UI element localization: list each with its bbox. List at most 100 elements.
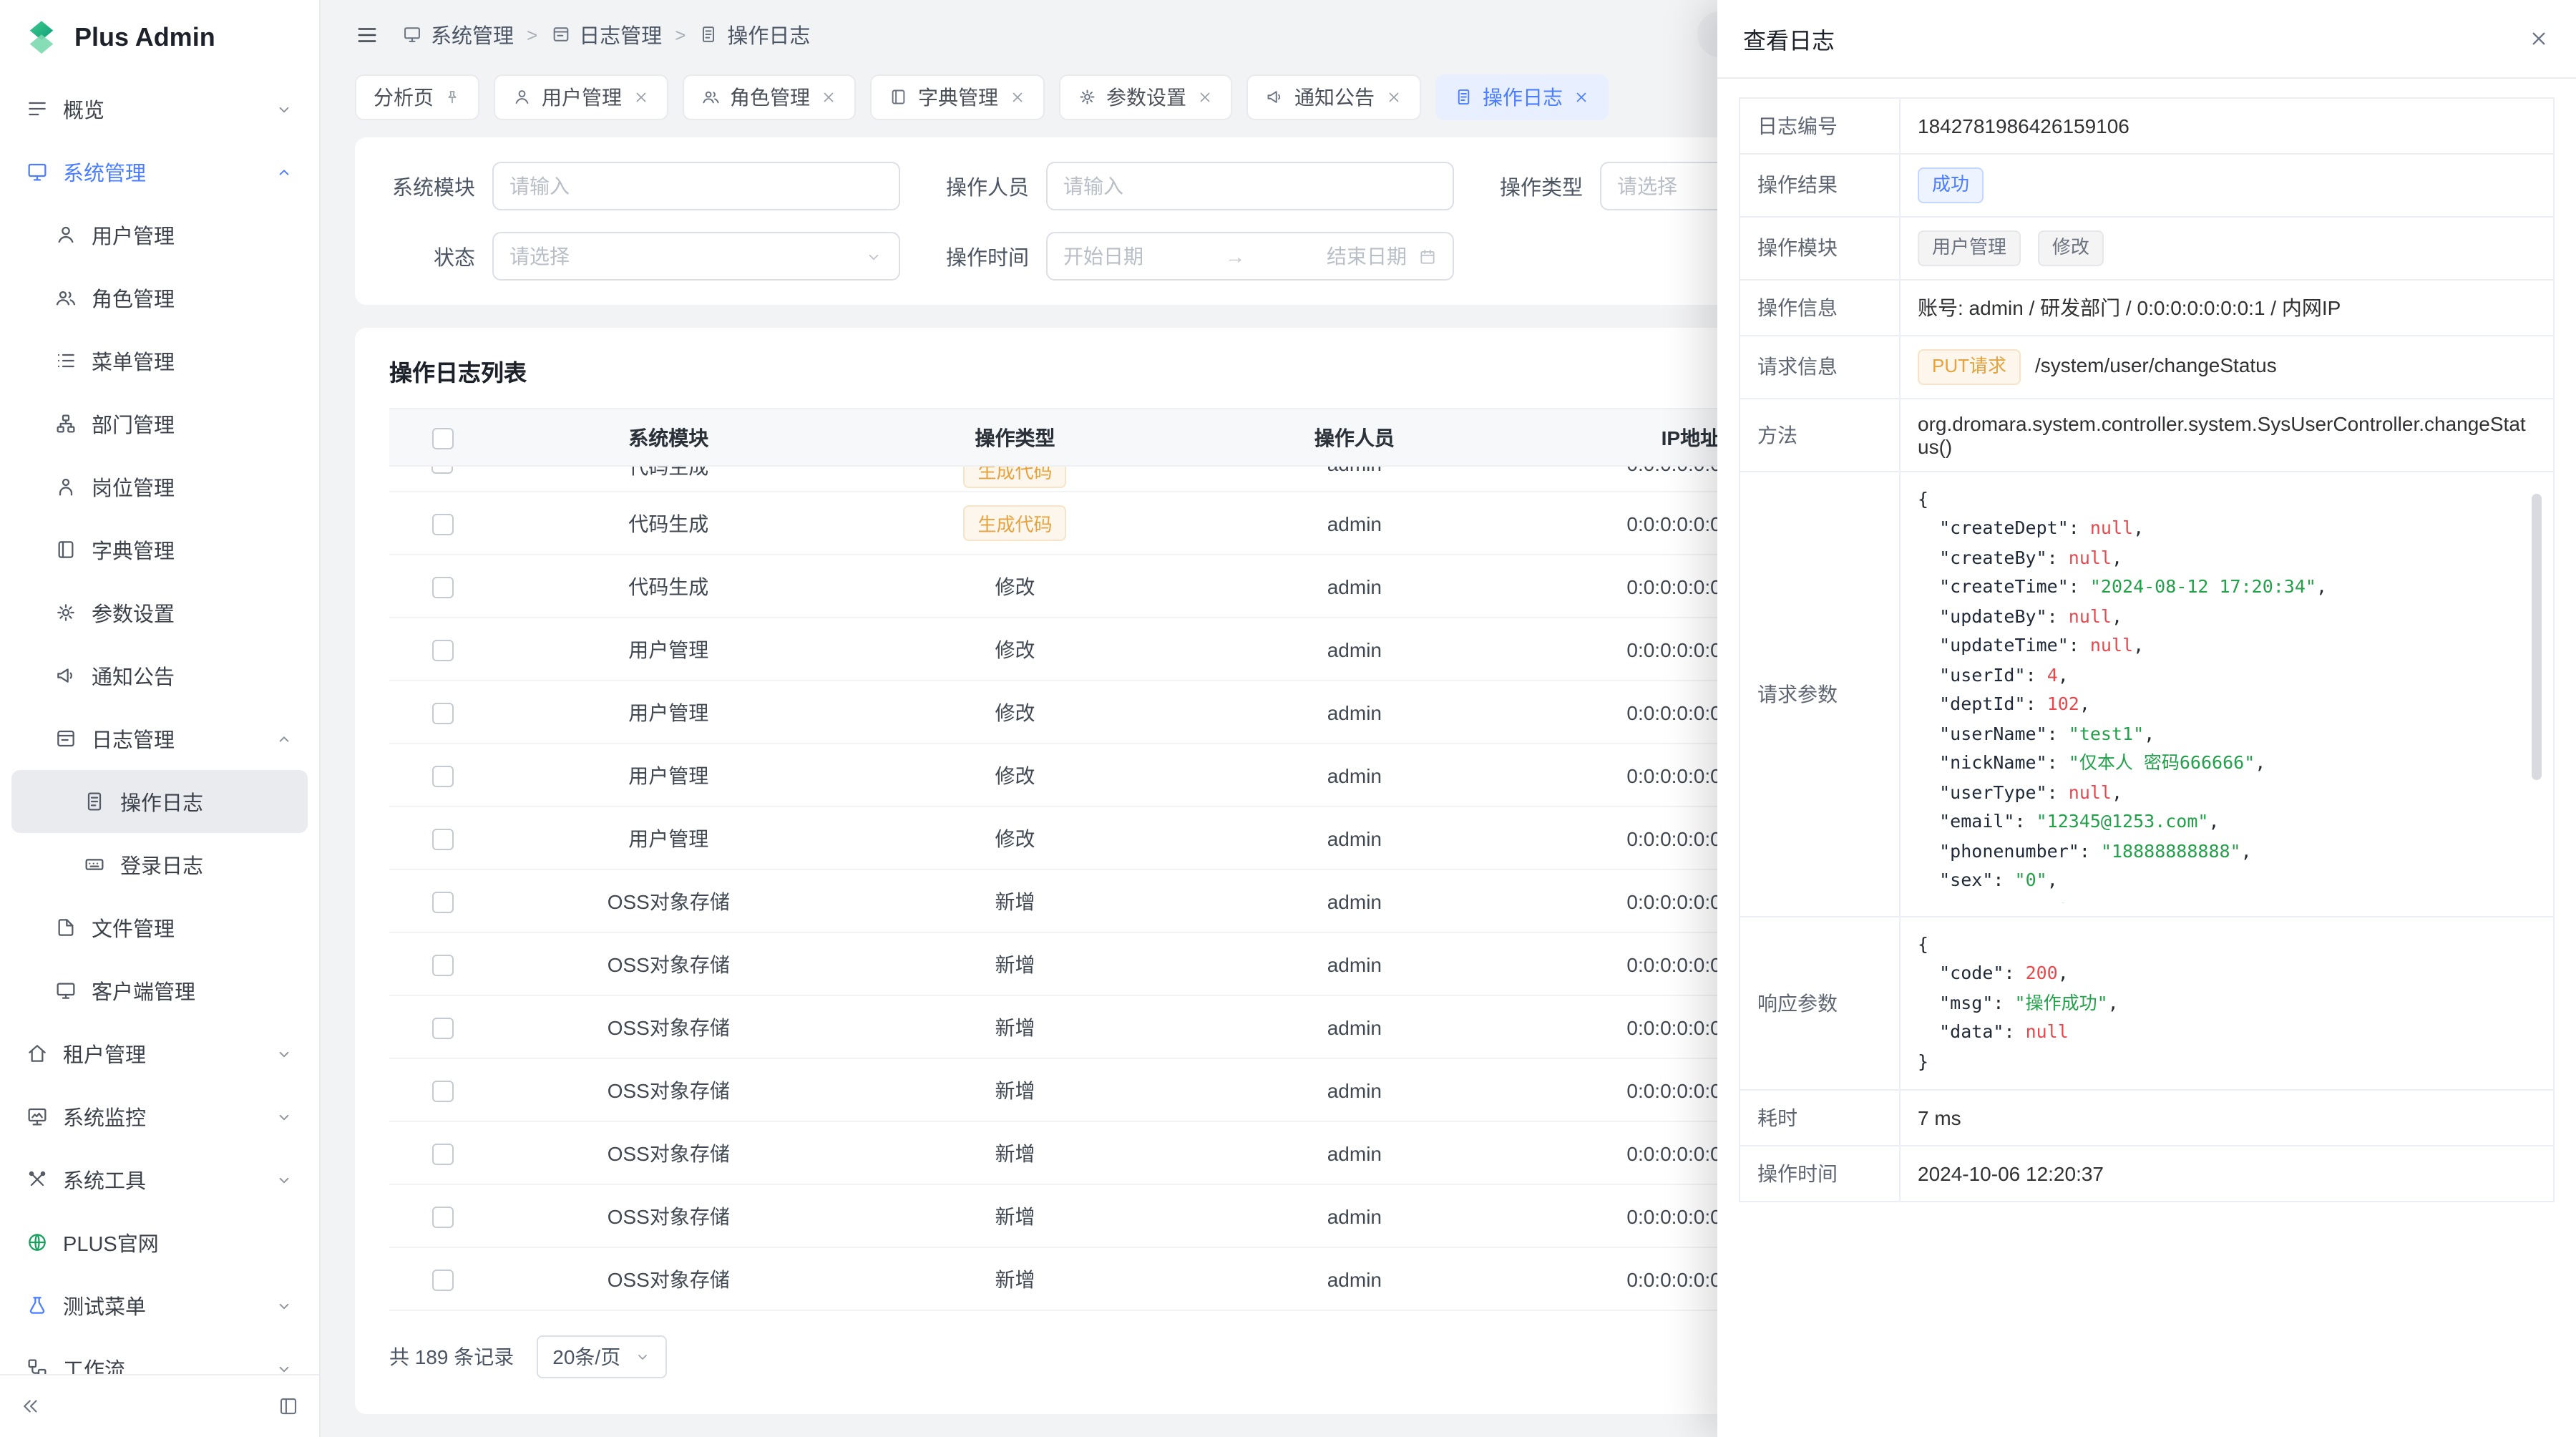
action-badge: 新增	[995, 887, 1035, 915]
cell-module: OSS对象存储	[495, 932, 841, 995]
tab-close-icon[interactable]	[1196, 89, 1214, 106]
row-checkbox[interactable]	[431, 640, 453, 661]
sidebar-item-user[interactable]: 用户管理	[11, 203, 308, 266]
sidebar-item-monitor[interactable]: 系统监控	[11, 1085, 308, 1148]
tab-close-icon[interactable]	[820, 89, 837, 106]
row-checkbox[interactable]	[431, 703, 453, 724]
tab-icon	[1453, 88, 1473, 107]
tab-close-icon[interactable]	[1573, 89, 1590, 106]
sidebar-item-workflow[interactable]: 工作流	[11, 1337, 308, 1374]
row-checkbox[interactable]	[431, 1018, 453, 1039]
tab-operlog[interactable]: 操作日志	[1435, 74, 1609, 120]
tab-label: 用户管理	[542, 83, 622, 112]
chevron-down-icon	[633, 1348, 650, 1365]
row-checkbox[interactable]	[431, 1207, 453, 1228]
tab-notice[interactable]: 通知公告	[1246, 74, 1420, 120]
sidebar-item-test-menu[interactable]: 测试菜单	[11, 1274, 308, 1337]
sidebar-item-dict[interactable]: 字典管理	[11, 518, 308, 581]
chevron-icon	[275, 729, 293, 748]
row-checkbox[interactable]	[431, 955, 453, 976]
row-checkbox[interactable]	[431, 467, 453, 474]
scrollbar-thumb[interactable]	[2532, 493, 2542, 779]
hamburger-icon[interactable]	[355, 22, 379, 47]
menu-label: 操作日志	[120, 786, 203, 817]
tab-user[interactable]: 用户管理	[494, 74, 668, 120]
filter-label-status: 状态	[389, 241, 475, 271]
tab-close-icon[interactable]	[632, 89, 649, 106]
breadcrumb-label: 操作日志	[727, 19, 810, 49]
sidebar-item-role[interactable]: 角色管理	[11, 266, 308, 329]
menu-icon	[26, 1357, 49, 1374]
close-icon[interactable]	[2527, 27, 2550, 50]
daterange-arrow: →	[1155, 245, 1315, 268]
sidebar-item-dept[interactable]: 部门管理	[11, 392, 308, 455]
action-badge: 新增	[995, 1139, 1035, 1167]
detail-row: 请求信息 PUT请求/system/user/changeStatus	[1740, 335, 2554, 398]
menu-label: 系统监控	[63, 1101, 146, 1131]
menu-label: 系统管理	[63, 157, 146, 187]
row-checkbox[interactable]	[431, 892, 453, 913]
tab-dict[interactable]: 字典管理	[870, 74, 1044, 120]
menu-icon	[54, 223, 77, 246]
sidebar-item-config[interactable]: 参数设置	[11, 581, 308, 644]
row-checkbox[interactable]	[431, 1270, 453, 1291]
sidebar-item-operlog[interactable]: 操作日志	[11, 770, 308, 833]
menu-label: 客户端管理	[92, 975, 195, 1005]
cell-operator: admin	[1189, 744, 1521, 807]
action-badge: 生成代码	[964, 505, 1067, 541]
breadcrumb-item-log[interactable]: 日志管理	[550, 19, 662, 49]
detail-label: 请求信息	[1740, 335, 1900, 398]
tab-close-icon[interactable]	[1385, 89, 1402, 106]
request-params-json[interactable]: { "createDept": null, "createBy": null, …	[1918, 484, 2536, 902]
sidebar-item-client[interactable]: 客户端管理	[11, 959, 308, 1022]
tab-label: 字典管理	[918, 83, 998, 112]
cell-operator: admin	[1189, 618, 1521, 681]
row-checkbox[interactable]	[431, 577, 453, 598]
start-date-placeholder: 开始日期	[1063, 242, 1143, 271]
breadcrumb-item-operlog[interactable]: 操作日志	[698, 19, 810, 49]
app-root: Plus Admin 概览 系统管理 用户管理	[0, 0, 2576, 1437]
menu-label: 岗位管理	[92, 472, 175, 502]
row-checkbox[interactable]	[431, 514, 453, 535]
sidebar-item-menu[interactable]: 菜单管理	[11, 329, 308, 392]
action-badge: 新增	[995, 1202, 1035, 1230]
status-select[interactable]: 请选择	[492, 232, 900, 281]
sidebar-item-file[interactable]: 文件管理	[11, 896, 308, 959]
row-checkbox[interactable]	[431, 829, 453, 850]
sidebar-item-system[interactable]: 系统管理	[11, 140, 308, 203]
sidebar-item-tools[interactable]: 系统工具	[11, 1148, 308, 1211]
module-input[interactable]: 请输入	[492, 162, 900, 210]
breadcrumb-item-system[interactable]: 系统管理	[402, 19, 514, 49]
row-checkbox[interactable]	[431, 1081, 453, 1102]
page-size-value: 20条/页	[552, 1343, 620, 1371]
operator-input[interactable]: 请输入	[1046, 162, 1454, 210]
detail-label: 日志编号	[1740, 98, 1900, 154]
cell-module: 代码生成	[495, 555, 841, 618]
tab-analysis[interactable]: 分析页	[355, 74, 479, 120]
page-size-select[interactable]: 20条/页	[537, 1335, 666, 1378]
row-checkbox[interactable]	[431, 766, 453, 787]
tab-role[interactable]: 角色管理	[682, 74, 856, 120]
action-badge: 修改	[995, 824, 1035, 852]
sidebar-item-overview[interactable]: 概览	[11, 77, 308, 140]
sidebar-item-loginlog[interactable]: 登录日志	[11, 833, 308, 896]
dock-toggle-icon[interactable]	[278, 1395, 299, 1417]
sidebar-item-tenant[interactable]: 租户管理	[11, 1022, 308, 1085]
drawer-title: 查看日志	[1743, 21, 1835, 56]
sidebar-item-plus-site[interactable]: PLUS官网	[11, 1211, 308, 1274]
select-all-checkbox[interactable]	[431, 428, 453, 449]
daterange-picker[interactable]: 开始日期 → 结束日期	[1046, 232, 1454, 281]
menu-icon	[54, 979, 77, 1002]
tab-config[interactable]: 参数设置	[1058, 74, 1232, 120]
collapse-sidebar-icon[interactable]	[20, 1395, 42, 1417]
chevron-icon	[275, 99, 293, 118]
detail-row: 操作模块 用户管理 修改	[1740, 217, 2554, 280]
sidebar-item-log[interactable]: 日志管理	[11, 707, 308, 770]
sidebar-item-post[interactable]: 岗位管理	[11, 455, 308, 518]
menu-icon	[54, 601, 77, 624]
sidebar-item-notice[interactable]: 通知公告	[11, 644, 308, 707]
action-badge: 修改	[995, 698, 1035, 726]
menu-label: 参数设置	[92, 598, 175, 628]
row-checkbox[interactable]	[431, 1144, 453, 1165]
tab-close-icon[interactable]	[1008, 89, 1025, 106]
